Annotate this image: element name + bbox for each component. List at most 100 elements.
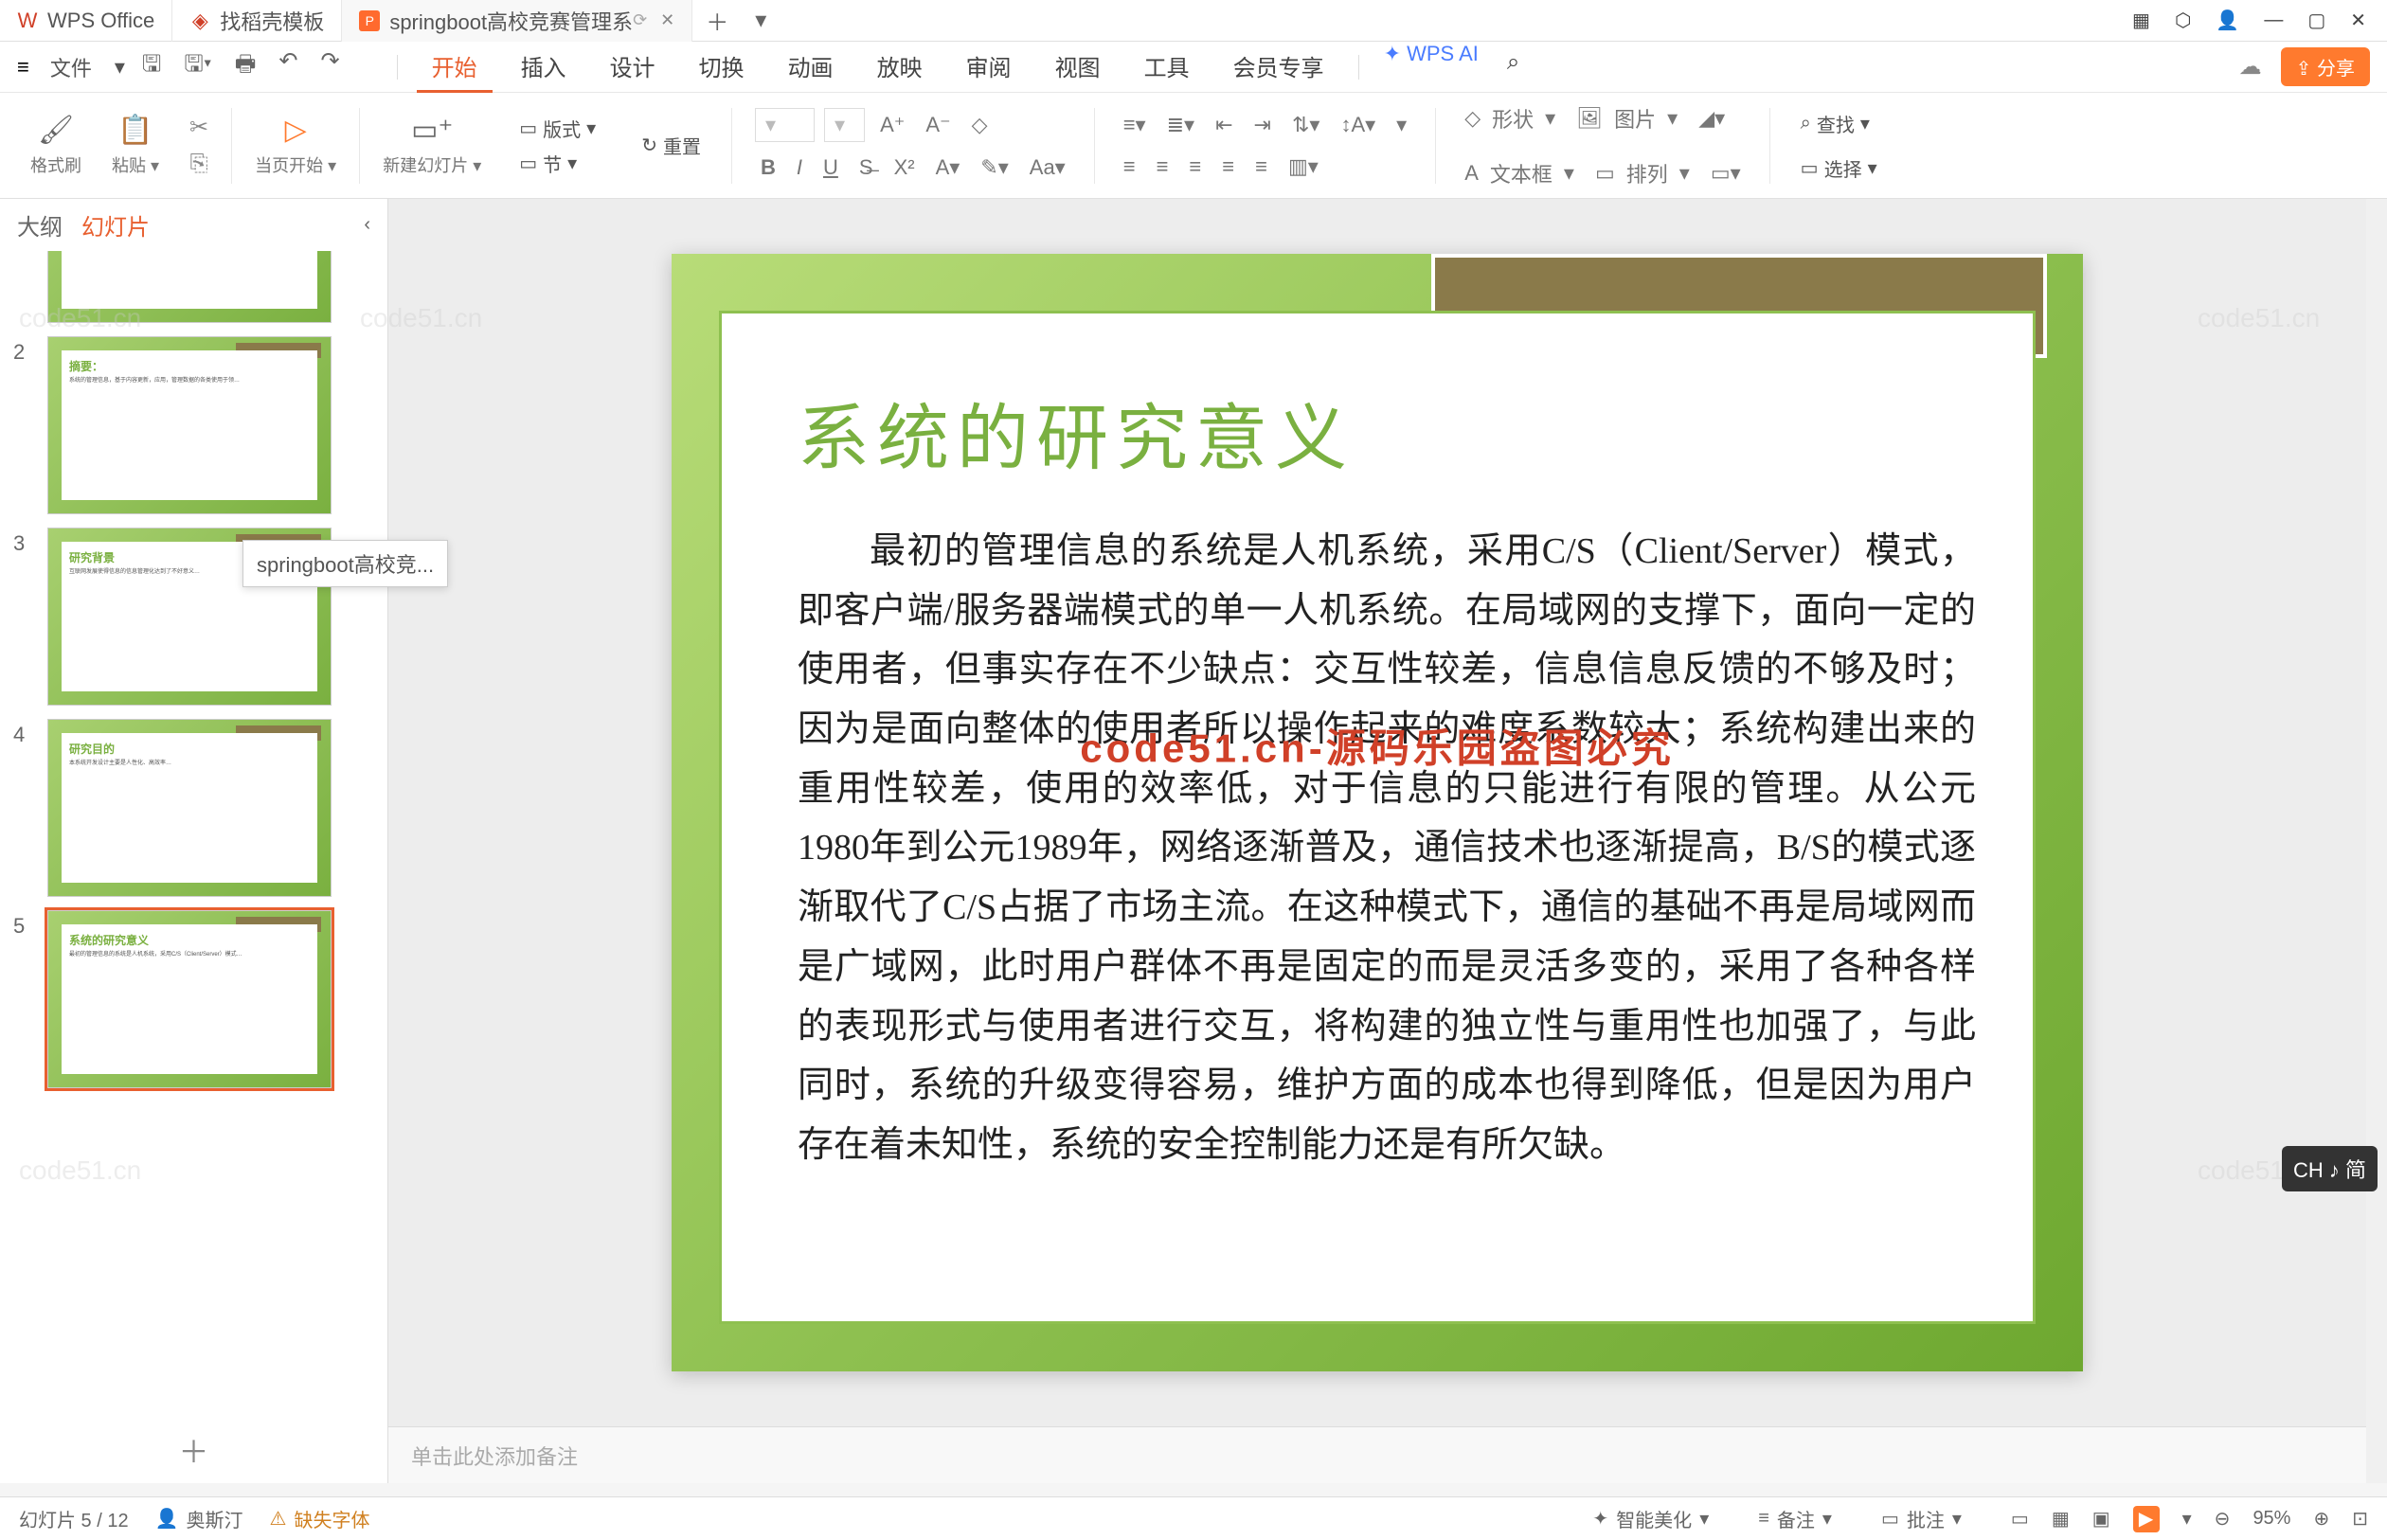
new-slide-group[interactable]: ▭⁺ 新建幻灯片 ▾ bbox=[368, 93, 496, 198]
save-as-icon[interactable]: 🖫▾ bbox=[184, 47, 211, 86]
hamburger-icon[interactable]: ≡ bbox=[17, 55, 29, 80]
align-center-icon[interactable]: ≡ bbox=[1151, 151, 1175, 183]
bullets-icon[interactable]: ≡▾ bbox=[1118, 109, 1152, 141]
cut-icon[interactable]: ✂ bbox=[189, 114, 208, 141]
columns-icon[interactable]: ▥▾ bbox=[1283, 151, 1324, 183]
tab-insert[interactable]: 插入 bbox=[506, 42, 582, 93]
tab-tools[interactable]: 工具 bbox=[1129, 42, 1205, 93]
app-tab-template[interactable]: ◈ 找稻壳模板 bbox=[172, 0, 342, 42]
avatar-icon[interactable]: 👤 bbox=[2216, 9, 2239, 32]
slide-title[interactable]: 系统的研究意义 bbox=[798, 380, 1976, 484]
decrease-font-icon[interactable]: A⁻ bbox=[920, 109, 956, 141]
review-button[interactable]: ▭ 批注 ▾ bbox=[1881, 1505, 1962, 1532]
search-icon[interactable]: ⌕ bbox=[1492, 42, 1534, 93]
fit-icon[interactable]: ⊡ bbox=[2352, 1507, 2368, 1531]
tab-slideshow[interactable]: 放映 bbox=[862, 42, 938, 93]
cube-icon[interactable]: ⬡ bbox=[2175, 9, 2191, 32]
indent-right-icon[interactable]: ⇥ bbox=[1248, 109, 1277, 141]
add-slide-button[interactable]: ＋ bbox=[0, 1417, 387, 1483]
share-button[interactable]: ⇪ 分享 bbox=[2281, 47, 2370, 86]
select-button[interactable]: ▭ 选择 ▾ bbox=[1793, 151, 1885, 186]
layout-button[interactable]: ▭ 版式 ▾ bbox=[512, 111, 603, 146]
section-button[interactable]: ▭ 节 ▾ bbox=[512, 146, 584, 181]
slideshow-dropdown-icon[interactable]: ▾ bbox=[2182, 1507, 2192, 1531]
font-size-select[interactable]: ▾ bbox=[824, 108, 865, 142]
slide-counter[interactable]: 幻灯片 5 / 12 bbox=[19, 1505, 129, 1532]
close-window-icon[interactable]: ✕ bbox=[2350, 9, 2366, 32]
from-current-group[interactable]: ▷ 当页开始 ▾ bbox=[240, 93, 351, 198]
undo-icon[interactable]: ↶ bbox=[278, 47, 297, 86]
fill-icon[interactable]: ◢▾ bbox=[1693, 102, 1731, 134]
canvas-scroll[interactable]: 系统的研究意义 最初的管理信息的系统是人机系统，采用C/S（Client/Ser… bbox=[388, 199, 2366, 1426]
numbering-icon[interactable]: ≣▾ bbox=[1161, 109, 1200, 141]
superscript-icon[interactable]: X² bbox=[888, 152, 921, 184]
collapse-panel-icon[interactable]: ‹ bbox=[364, 214, 370, 236]
remark-button[interactable]: ≡ 备注 ▾ bbox=[1758, 1505, 1832, 1532]
reset-button[interactable]: ↻ 重置 bbox=[619, 93, 724, 198]
maximize-icon[interactable]: ▢ bbox=[2307, 9, 2325, 32]
tab-design[interactable]: 设计 bbox=[595, 42, 671, 93]
align-text-icon[interactable]: ▾ bbox=[1391, 109, 1412, 141]
save-icon[interactable]: 🖫 bbox=[142, 47, 161, 86]
grid-icon[interactable]: ▦ bbox=[2132, 9, 2150, 32]
slide-content[interactable]: 最初的管理信息的系统是人机系统，采用C/S（Client/Server）模式，即… bbox=[798, 522, 1976, 1175]
textbox-button[interactable]: A 文本框 ▾ bbox=[1459, 151, 1580, 196]
ime-indicator[interactable]: CH ♪ 简 bbox=[2282, 1146, 2378, 1191]
print-icon[interactable]: 🖶 bbox=[235, 47, 257, 86]
indent-left-icon[interactable]: ⇤ bbox=[1210, 109, 1238, 141]
slide-canvas[interactable]: 系统的研究意义 最初的管理信息的系统是人机系统，采用C/S（Client/Ser… bbox=[672, 254, 2083, 1371]
italic-icon[interactable]: I bbox=[791, 152, 808, 184]
tab-member[interactable]: 会员专享 bbox=[1218, 42, 1339, 93]
highlight-icon[interactable]: ✎▾ bbox=[975, 152, 1014, 184]
distribute-icon[interactable]: ≡ bbox=[1249, 151, 1273, 183]
tab-transition[interactable]: 切换 bbox=[684, 42, 760, 93]
paste-group[interactable]: 📋 粘贴 ▾ bbox=[97, 93, 174, 198]
zoom-out-icon[interactable]: ⊖ bbox=[2215, 1507, 2231, 1531]
add-tab-button[interactable]: ＋ bbox=[692, 4, 742, 37]
text-direction-icon[interactable]: ↕A▾ bbox=[1335, 109, 1381, 141]
wps-ai-button[interactable]: ✦ WPS AI bbox=[1384, 42, 1479, 93]
zoom-in-icon[interactable]: ⊕ bbox=[2313, 1507, 2329, 1531]
missing-font-status[interactable]: ⚠ 缺失字体 bbox=[270, 1505, 370, 1532]
sorter-view-icon[interactable]: ▦ bbox=[2052, 1507, 2070, 1531]
slide-thumb-1[interactable] bbox=[47, 251, 332, 323]
slide-thumb-4[interactable]: 研究目的本系统开发设计主要是人性化、高效率… bbox=[47, 719, 332, 897]
strike-icon[interactable]: S̶ bbox=[853, 152, 879, 184]
tab-view[interactable]: 视图 bbox=[1040, 42, 1116, 93]
bold-icon[interactable]: B bbox=[755, 152, 781, 184]
shape-button[interactable]: ◇ 形状 ▾ bbox=[1459, 96, 1561, 141]
tab-menu-button[interactable]: ▾ bbox=[742, 7, 780, 34]
tab-review[interactable]: 审阅 bbox=[951, 42, 1027, 93]
minimize-icon[interactable]: — bbox=[2264, 9, 2283, 31]
font-select[interactable]: ▾ bbox=[755, 108, 815, 142]
file-menu[interactable]: 文件 bbox=[39, 52, 103, 82]
arrange-button[interactable]: ▭ 排列 ▾ bbox=[1589, 151, 1696, 196]
cloud-icon[interactable]: ☁ bbox=[2239, 53, 2262, 81]
align-right-icon[interactable]: ≡ bbox=[1183, 151, 1207, 183]
increase-font-icon[interactable]: A⁺ bbox=[874, 109, 910, 141]
outline-tab[interactable]: 大纲 bbox=[17, 208, 63, 242]
notes-pane[interactable]: 单击此处添加备注 bbox=[388, 1426, 2366, 1483]
file-dropdown-icon[interactable]: ▾ bbox=[103, 55, 136, 80]
tab-start[interactable]: 开始 bbox=[417, 42, 493, 93]
align-left-icon[interactable]: ≡ bbox=[1118, 151, 1141, 183]
reading-view-icon[interactable]: ▣ bbox=[2092, 1507, 2110, 1531]
slide-thumb-5[interactable]: 系统的研究意义最初的管理信息的系统是人机系统，采用C/S（Client/Serv… bbox=[47, 910, 332, 1088]
align-justify-icon[interactable]: ≡ bbox=[1216, 151, 1240, 183]
slides-tab[interactable]: 幻灯片 bbox=[81, 208, 150, 242]
change-case-icon[interactable]: Aa▾ bbox=[1024, 152, 1071, 184]
slide-thumb-2[interactable]: 摘要：系统的管理信息，基于内容更新，应用，管理数据的各类使用于领… bbox=[47, 336, 332, 514]
copy-icon[interactable]: ⎘ bbox=[190, 151, 208, 177]
line-spacing-icon[interactable]: ⇅▾ bbox=[1286, 109, 1325, 141]
underline-icon[interactable]: U bbox=[817, 152, 844, 184]
app-tab-document[interactable]: P springboot高校竞赛管理系 ⟳ ✕ bbox=[342, 0, 692, 42]
find-button[interactable]: ⌕ 查找 ▾ bbox=[1793, 106, 1877, 141]
close-tab-icon[interactable]: ✕ bbox=[660, 10, 674, 30]
font-color-icon[interactable]: A▾ bbox=[930, 152, 966, 184]
picture-button[interactable]: 🖼 图片 ▾ bbox=[1570, 96, 1683, 141]
beautify-button[interactable]: ✦ 智能美化 ▾ bbox=[1592, 1505, 1709, 1532]
vertical-scrollbar[interactable] bbox=[2366, 199, 2387, 1483]
outline-icon[interactable]: ▭▾ bbox=[1705, 157, 1747, 189]
slideshow-icon[interactable]: ▶ bbox=[2133, 1506, 2160, 1532]
app-tab-wps[interactable]: W WPS Office bbox=[0, 0, 172, 42]
